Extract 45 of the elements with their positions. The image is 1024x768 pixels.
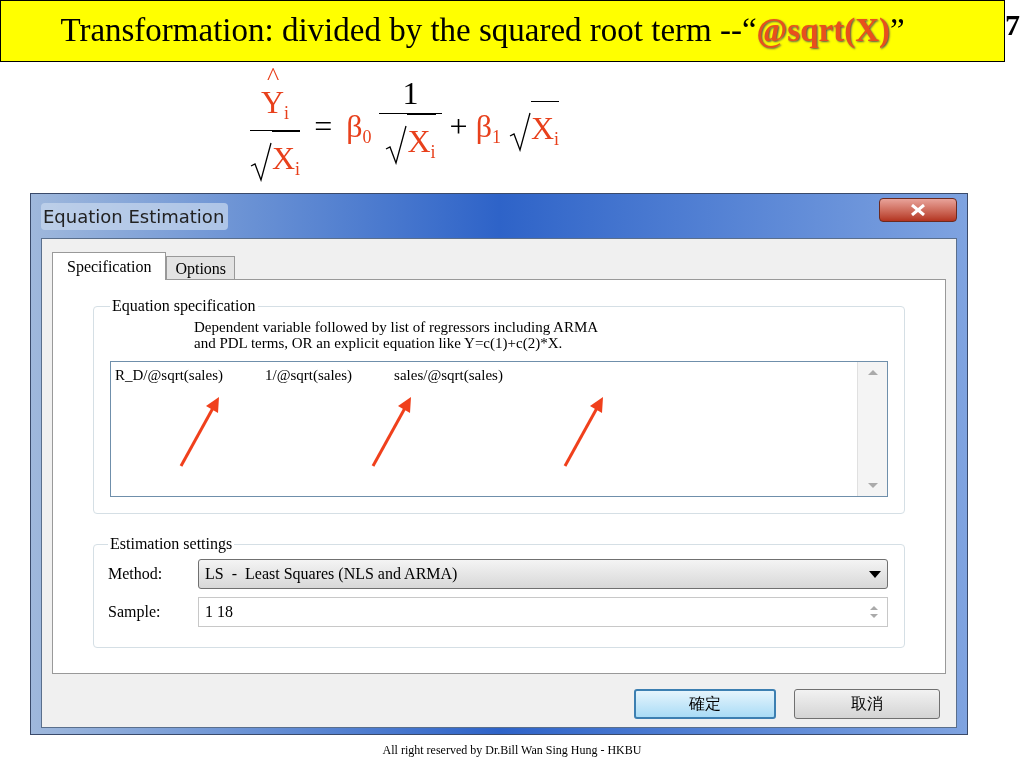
- window-title: Equation Estimation: [41, 202, 229, 230]
- field-label: Sample:: [108, 602, 162, 623]
- annotation-arrow: [179, 396, 221, 468]
- math-subscript: 1: [491, 128, 501, 146]
- math-symbol: X: [530, 111, 554, 144]
- sample-input-field[interactable]: 1 18: [198, 597, 888, 627]
- equation-term: R_D/@sqrt(sales): [115, 366, 223, 382]
- equation-term: 1/@sqrt(sales): [264, 366, 353, 382]
- math-subscript: 0: [362, 128, 372, 146]
- square-root-icon: [385, 124, 408, 165]
- math-symbol: X: [407, 124, 431, 157]
- square-root-icon: [250, 141, 272, 182]
- close-button[interactable]: [879, 198, 957, 222]
- square-root-icon: [508, 111, 531, 152]
- copyright-footer: All right reserved by Dr.Bill Wan Sing Hung - HKBU: [382, 741, 642, 759]
- spin-arrows-icon[interactable]: [869, 605, 879, 619]
- math-subscript: i: [295, 159, 301, 178]
- equals-sign: =: [314, 110, 333, 142]
- equation-input-field[interactable]: R_D/@sqrt(sales) 1/@sqrt(sales) sales/@sqrt(sales): [110, 361, 888, 497]
- caret-icon: [869, 570, 881, 578]
- page-number: 7: [1005, 7, 1020, 40]
- dialog-button[interactable]: 確定: [634, 689, 776, 719]
- group-legend: Equation specification: [110, 296, 258, 316]
- close-icon: [910, 204, 926, 216]
- math-subscript: i: [554, 129, 560, 148]
- math-subscript: i: [284, 103, 290, 122]
- tab[interactable]: Options: [166, 256, 236, 279]
- tab[interactable]: Specification: [52, 252, 167, 280]
- dialog-button[interactable]: 取消: [794, 689, 940, 719]
- scrollbar[interactable]: [857, 362, 887, 496]
- annotation-arrow: [563, 396, 605, 468]
- plus-sign: +: [449, 110, 468, 142]
- math-symbol: X: [272, 141, 296, 174]
- method-dropdown[interactable]: LS - Least Squares (NLS and ARMA): [198, 559, 888, 589]
- slide-title: Transformation: divided by the squared root term --“@sqrt(X)”: [60, 11, 906, 51]
- math-symbol: β: [475, 110, 492, 142]
- numerator: 1: [402, 74, 419, 113]
- annotation-arrow: [371, 396, 413, 468]
- math-symbol: β: [346, 110, 363, 142]
- instruction-text: Dependent variable followed by list of regressors including ARMA and PDL terms, OR an explicit equation like Y=c(1)+c(2)*X.: [193, 319, 600, 351]
- scroll-down-icon[interactable]: [867, 483, 878, 488]
- math-subscript: i: [430, 142, 436, 161]
- scroll-up-icon[interactable]: [867, 370, 878, 375]
- field-label: Method:: [108, 564, 164, 584]
- equation-term: sales/@sqrt(sales): [394, 366, 503, 382]
